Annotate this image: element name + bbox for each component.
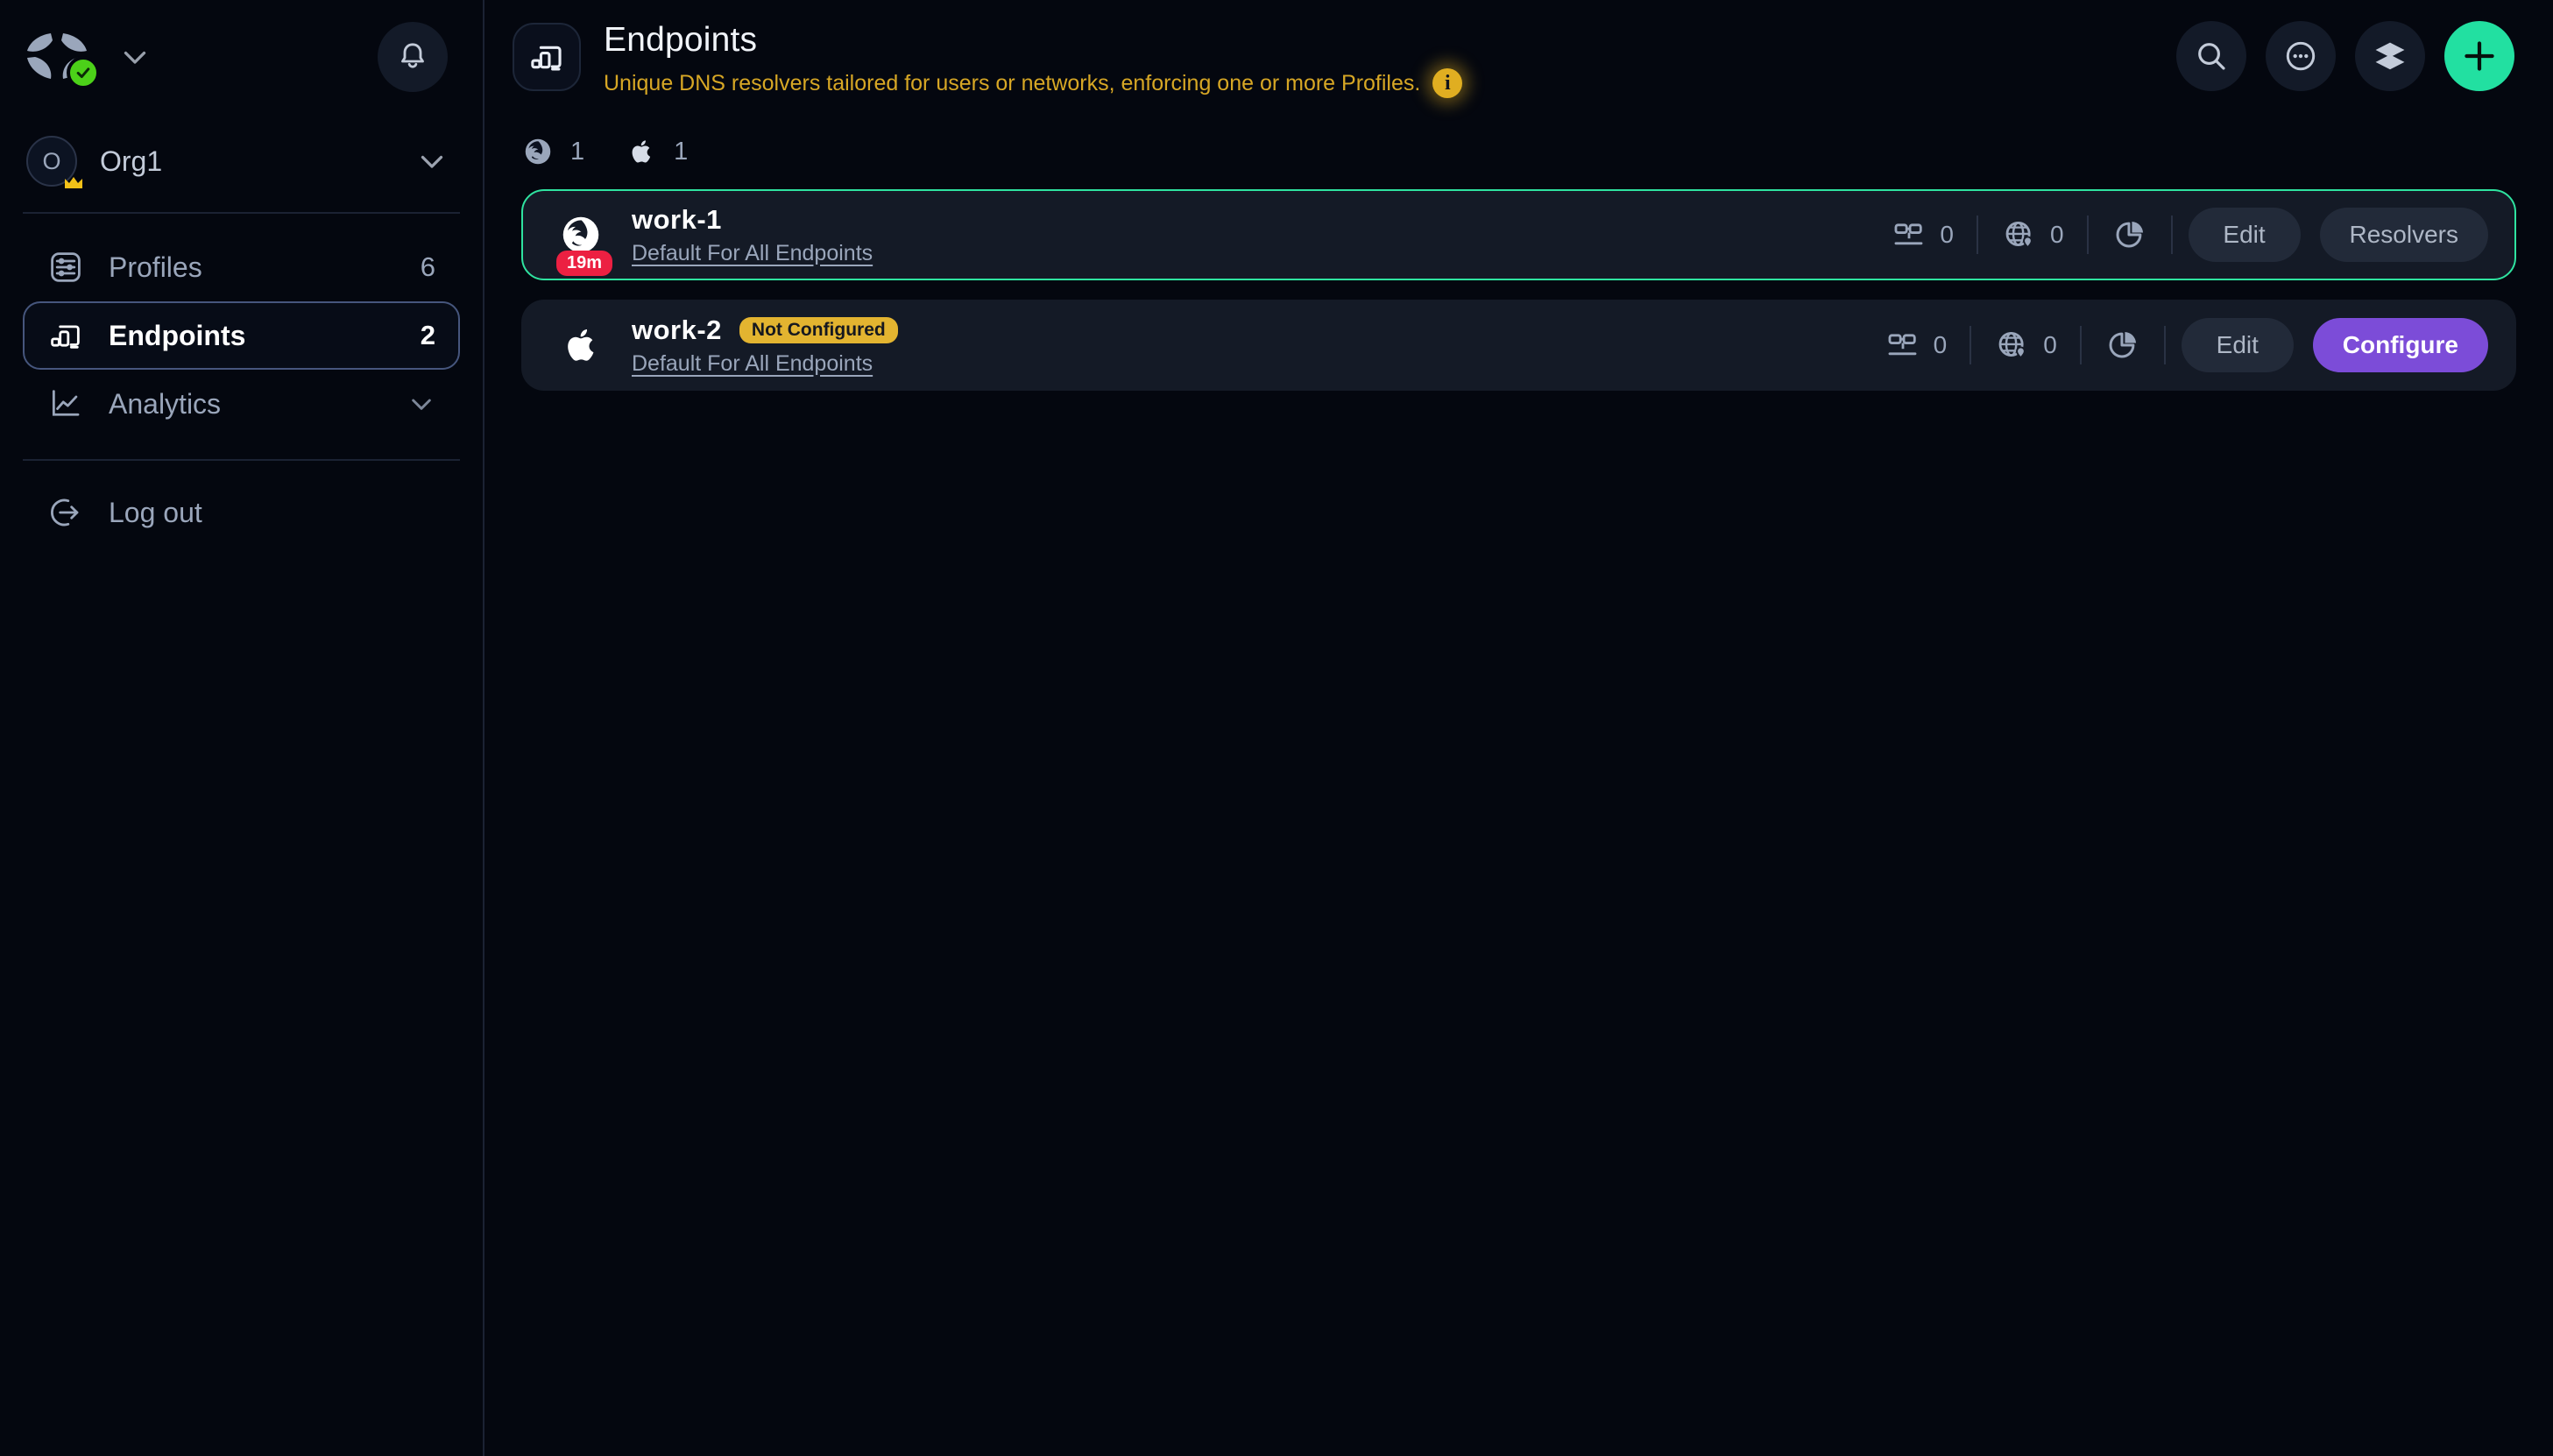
sidebar-item-label: Analytics [109,387,222,420]
devices-icon [47,317,84,354]
plus-icon [2465,41,2494,71]
crown-icon [65,177,82,188]
page-title: Endpoints [604,21,758,59]
endpoint-name: work-1 [632,203,722,235]
more-options-button[interactable] [2266,21,2336,91]
line-chart-icon [47,385,84,422]
page-subtitle-row: Unique DNS resolvers tailored for users … [604,68,2176,98]
endpoint-info: work-1 Default For All Endpoints [632,204,1868,266]
edit-button[interactable]: Edit [2188,208,2301,262]
endpoint-title-line: work-2 Not Configured [632,315,1862,346]
sidebar-item-label: Profiles [109,251,202,283]
divider [2170,216,2173,254]
sidebar-item-endpoints[interactable]: Endpoints 2 [23,301,460,370]
chevron-down-icon[interactable] [416,145,448,177]
sidebar-item-profiles[interactable]: Profiles 6 [23,233,460,301]
stat-value: 0 [1940,221,1954,248]
layers-icon [2375,42,2405,70]
clover-logo-icon[interactable] [25,30,100,89]
sidebar-item-count: 2 [420,320,435,350]
sidebar-nav: Profiles 6 Endpoints 2 Analytics Log out [0,214,483,547]
status-badge: 19m [556,251,613,276]
endpoints-list: 19m work-1 Default For All Endpoints 0 0… [484,175,2553,391]
chevron-down-icon[interactable] [407,390,435,418]
endpoint-title-line: work-1 [632,204,1868,236]
sidebar-item-logout[interactable]: Log out [23,478,460,547]
more-circle-icon [2286,41,2316,71]
sidebar: O Org1 Profiles 6 Endpoints 2 Analytics … [0,0,484,1456]
stat-domains[interactable]: 0 [1978,216,2087,253]
page-title-block: Endpoints Unique DNS resolvers tailored … [604,19,2176,98]
check-badge-icon [67,56,100,89]
globe-pin-icon [1998,331,2026,359]
filter-chip-apple[interactable]: 1 [625,135,688,168]
avatar-letter: O [42,147,61,174]
devices-network-icon [1888,334,1917,356]
sidebar-item-analytics[interactable]: Analytics [23,370,460,438]
globe-pin-icon [2005,221,2033,249]
pie-chart-icon [2109,331,2136,358]
search-icon [2198,43,2225,70]
layers-button[interactable] [2355,21,2425,91]
stat-value: 0 [1933,331,1948,358]
stat-devices[interactable]: 0 [1868,216,1977,253]
endpoint-info: work-2 Not Configured Default For All En… [632,315,1862,377]
stat-analytics[interactable] [2082,327,2164,364]
firefox-icon: 19m [553,211,613,276]
divider [2163,326,2166,364]
bell-icon [401,43,424,68]
search-button[interactable] [2176,21,2246,91]
app-root: O Org1 Profiles 6 Endpoints 2 Analytics … [0,0,2553,1456]
notifications-button[interactable] [378,22,448,92]
endpoint-actions: 0 0 [1862,318,2488,372]
info-icon[interactable]: i [1432,68,1463,98]
check-glyph [76,67,90,79]
sliders-icon [47,249,84,286]
filter-count: 1 [674,137,689,166]
firefox-icon [525,138,551,165]
brand[interactable] [25,30,151,89]
org-name: Org1 [100,145,163,177]
sidebar-divider-2 [23,459,460,461]
endpoint-row[interactable]: 19m work-1 Default For All Endpoints 0 0… [521,189,2516,280]
chevron-down-icon[interactable] [119,41,151,73]
add-endpoint-button[interactable] [2444,21,2514,91]
main-content: Endpoints Unique DNS resolvers tailored … [484,0,2553,1456]
pie-chart-icon [2116,221,2143,248]
apple-icon [632,140,651,163]
endpoint-profile-link[interactable]: Default For All Endpoints [632,241,873,266]
status-badge: Not Configured [739,316,898,343]
stat-analytics[interactable] [2089,216,2171,253]
stat-domains[interactable]: 0 [1971,327,2080,364]
logout-icon [47,494,84,531]
filter-chip-firefox[interactable]: 1 [521,135,584,168]
apple-icon [553,322,609,369]
edit-button[interactable]: Edit [2181,318,2294,372]
filter-count: 1 [570,137,585,166]
sidebar-header [0,0,483,114]
avatar: O [26,136,82,188]
sidebar-item-count: 6 [420,251,435,282]
stat-devices[interactable]: 0 [1862,327,1970,364]
sidebar-item-label: Endpoints [109,319,246,351]
resolvers-button[interactable]: Resolvers [2319,208,2488,262]
configure-button[interactable]: Configure [2312,318,2488,372]
page-header: Endpoints Unique DNS resolvers tailored … [484,0,2553,112]
header-actions [2176,21,2514,91]
stat-value: 0 [2049,221,2064,248]
devices-network-icon [1894,223,1923,245]
devices-icon [513,23,581,91]
endpoint-row[interactable]: work-2 Not Configured Default For All En… [521,300,2516,391]
sidebar-item-label: Log out [109,496,202,528]
stat-value: 0 [2043,331,2057,358]
endpoint-profile-link[interactable]: Default For All Endpoints [632,351,873,377]
endpoint-actions: 0 0 [1868,208,2488,262]
endpoint-name: work-2 [632,314,722,345]
org-switcher[interactable]: O Org1 [0,119,483,203]
platform-filters: 1 1 [484,112,2553,175]
page-subtitle: Unique DNS resolvers tailored for users … [604,70,1421,95]
